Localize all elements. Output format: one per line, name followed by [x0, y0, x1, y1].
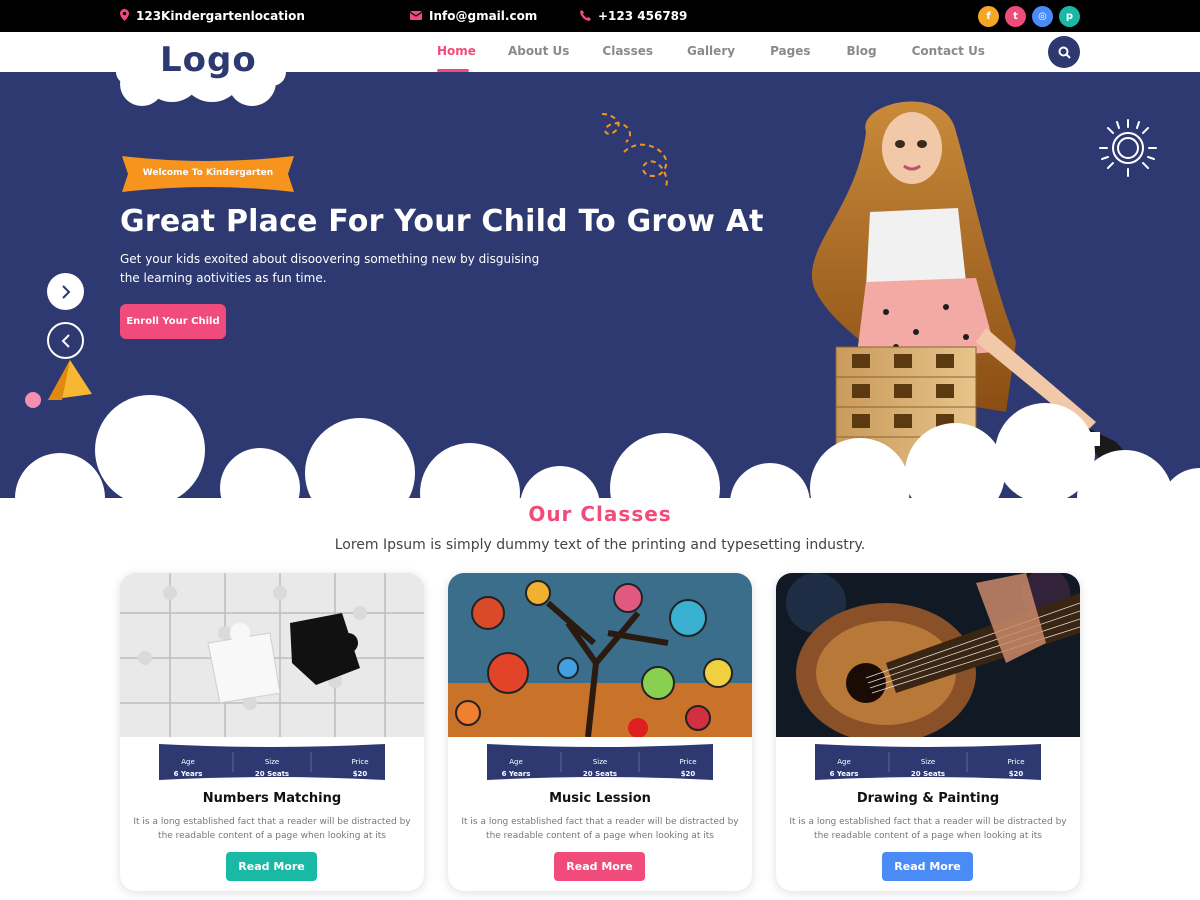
welcome-badge-text: Welcome To Kindergarten [142, 168, 274, 178]
nav-item-about-us[interactable]: About Us [508, 44, 569, 58]
active-underline [437, 69, 469, 72]
site-logo[interactable]: Logo [160, 40, 257, 80]
class-card: Age 6 Years Size 20 Seats Price $20 Drawing… [776, 573, 1080, 891]
nav-item-pages[interactable]: Pages [770, 44, 810, 58]
nav-item-contact-us[interactable]: Contact Us [912, 44, 985, 58]
search-button[interactable] [1048, 36, 1080, 68]
hero-subtitle: Get your kids exoited about disoovering … [120, 252, 540, 285]
nav-item-home[interactable]: Home [437, 44, 476, 72]
enroll-button[interactable]: Enroll Your Child [120, 304, 226, 339]
chevron-right-icon [61, 284, 70, 299]
card-title: Numbers Matching [202, 791, 342, 806]
location-text: 123Kindergartenlocation [136, 9, 305, 23]
info-age: Age 6 Years [501, 758, 531, 778]
social-links: f t ◎ p [978, 6, 1080, 27]
guitar-image [776, 573, 1080, 737]
card-title: Music Lession [549, 791, 651, 806]
search-icon [1058, 46, 1071, 59]
instagram-icon[interactable]: ◎ [1032, 6, 1053, 27]
slider-prev-button[interactable] [47, 322, 84, 359]
info-price: Price $20 [679, 758, 697, 778]
card-description: It is a long established fact that a rea… [133, 817, 411, 841]
info-size: Size 20 Seats [582, 758, 618, 778]
map-pin-icon [120, 9, 129, 23]
envelope-icon [409, 10, 423, 22]
top-info-bar: 123Kindergartenlocation Info@gmail.com +… [0, 0, 1200, 32]
read-more-button[interactable]: Read More [882, 852, 973, 881]
card-description: It is a long established fact that a rea… [461, 817, 739, 841]
info-size: Size 20 Seats [910, 758, 946, 778]
twitter-icon[interactable]: t [1005, 6, 1026, 27]
cloud-divider [0, 395, 1200, 512]
read-more-button[interactable]: Read More [554, 852, 645, 881]
nav-item-blog[interactable]: Blog [847, 44, 877, 58]
hero-title: Great Place For Your Child To Grow At [120, 204, 764, 239]
phone-info[interactable]: +123 456789 [580, 9, 687, 23]
nav-item-classes[interactable]: Classes [602, 44, 653, 58]
class-card: Age 6 Years Size 20 Seats Price $20 Music L… [448, 573, 752, 891]
info-price: Price $20 [1007, 758, 1025, 778]
section-subtitle: Lorem Ipsum is simply dummy text of the … [334, 537, 866, 553]
phone-icon [580, 9, 591, 23]
email-text[interactable]: Info@gmail.com [429, 9, 537, 23]
info-price: Price $20 [351, 758, 369, 778]
swirl-doodle-icon [601, 113, 668, 187]
section-title: Our Classes [528, 502, 672, 526]
info-age: Age 6 Years [173, 758, 203, 778]
main-menu: Home About Us Classes Gallery Pages Blog… [437, 44, 985, 72]
card-description: It is a long established fact that a rea… [789, 817, 1067, 841]
nav-item-label: Home [437, 44, 476, 58]
pinterest-icon[interactable]: p [1059, 6, 1080, 27]
chevron-left-icon [61, 333, 70, 348]
class-card: Age 6 Years Size 20 Seats Price $20 Numbers… [120, 573, 424, 891]
painting-tree-image [448, 573, 752, 737]
email-info[interactable]: Info@gmail.com [409, 9, 537, 23]
read-more-button[interactable]: Read More [226, 852, 317, 881]
nav-item-gallery[interactable]: Gallery [687, 44, 735, 58]
info-age: Age 6 Years [829, 758, 859, 778]
facebook-icon[interactable]: f [978, 6, 999, 27]
card-title: Drawing & Painting [856, 791, 1000, 806]
slider-next-button[interactable] [47, 273, 84, 310]
phone-text[interactable]: +123 456789 [598, 9, 687, 23]
location-info: 123Kindergartenlocation [120, 9, 305, 23]
hero-banner [0, 72, 1200, 512]
puzzle-image [120, 573, 424, 737]
info-size: Size 20 Seats [254, 758, 290, 778]
